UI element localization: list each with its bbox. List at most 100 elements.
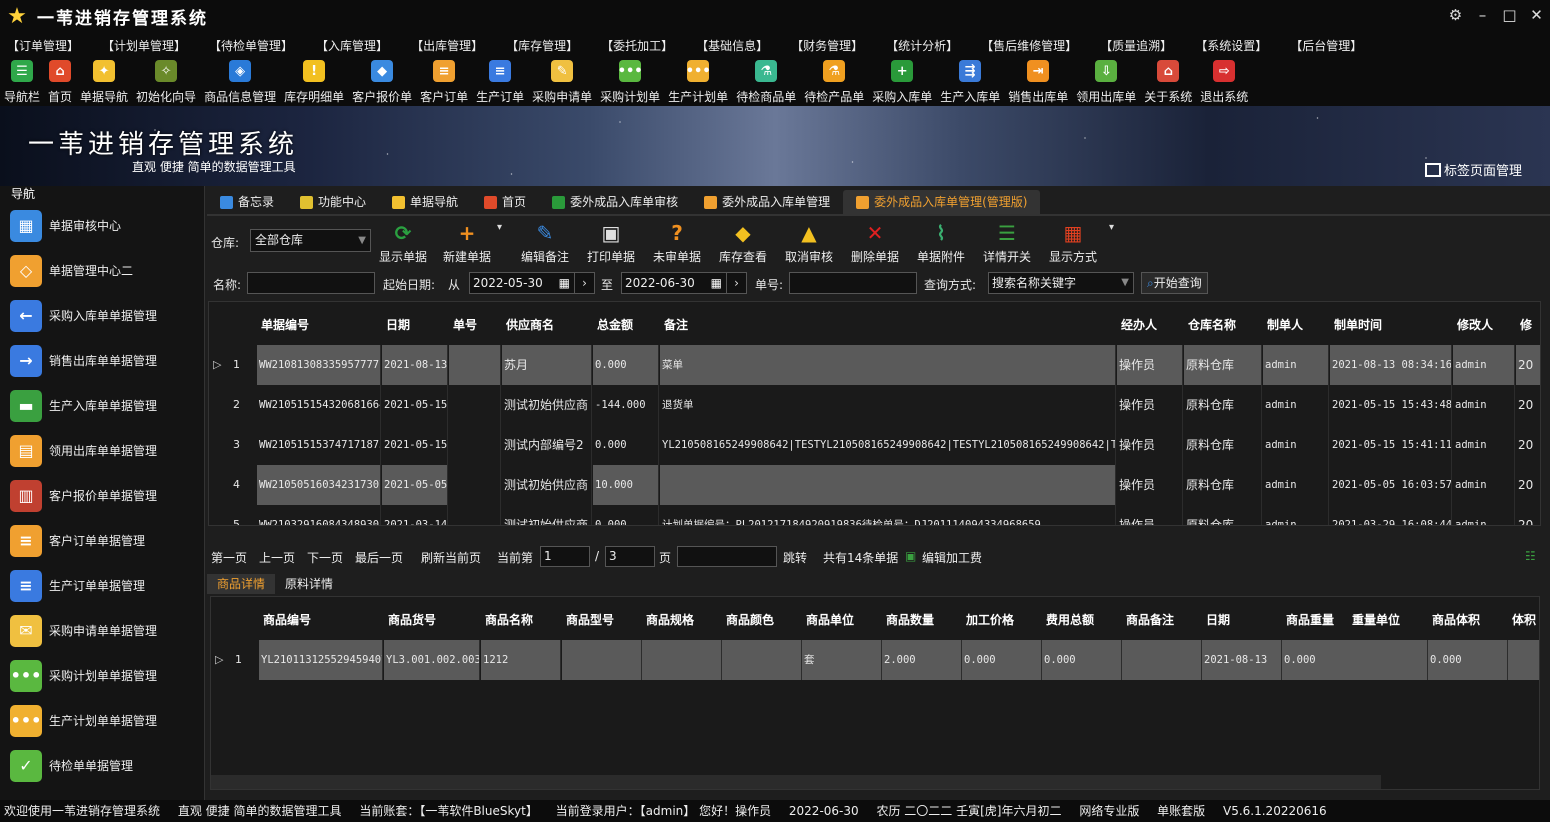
- toolbar-button-11[interactable]: ••• 生产计划单: [664, 57, 732, 106]
- table-cell[interactable]: 2021-05-15 15:43:48: [1330, 385, 1452, 425]
- menu-item-5[interactable]: 【库存管理】: [506, 37, 578, 54]
- chevron-right-icon[interactable]: ›: [726, 273, 746, 293]
- action-button-2[interactable]: ✎ 编辑备注: [521, 220, 569, 265]
- table-cell[interactable]: 20: [1516, 385, 1540, 425]
- table-cell[interactable]: WW210515153747171873: [257, 425, 381, 465]
- toolbar-button-1[interactable]: ⌂ 首页: [44, 57, 76, 106]
- table-cell[interactable]: 测试初始供应商: [502, 505, 592, 525]
- table-cell[interactable]: [722, 640, 802, 680]
- table-cell[interactable]: [449, 505, 501, 525]
- table-cell[interactable]: 操作员: [1117, 345, 1183, 385]
- table-cell[interactable]: 2021-05-15: [382, 425, 448, 465]
- nav-item-6[interactable]: ▥ 客户报价单单据管理: [0, 473, 204, 518]
- toolbar-button-9[interactable]: ✎ 采购申请单: [528, 57, 596, 106]
- chevron-right-icon[interactable]: ›: [574, 273, 594, 293]
- tab-4[interactable]: 委外成品入库单审核: [539, 190, 691, 214]
- nav-item-10[interactable]: ••• 采购计划单单据管理: [0, 653, 204, 698]
- table-cell[interactable]: 2021-08-13 08:34:16: [1330, 345, 1452, 385]
- settings-icon[interactable]: ⚙: [1442, 0, 1469, 33]
- table-row[interactable]: 5 WW210329160843489302 2021-03-14 测试初始供应商 0.…: [209, 505, 1540, 525]
- nav-item-4[interactable]: ▬ 生产入库单单据管理: [0, 383, 204, 428]
- menu-item-2[interactable]: 【待检单管理】: [209, 37, 293, 54]
- toolbar-button-12[interactable]: ⚗ 待检商品单: [732, 57, 800, 106]
- detail-tab-1[interactable]: 原料详情: [275, 574, 343, 594]
- table-cell[interactable]: 套: [802, 640, 882, 680]
- toolbar-button-14[interactable]: + 采购入库单: [868, 57, 936, 106]
- table-cell[interactable]: admin: [1453, 425, 1515, 465]
- table-cell[interactable]: 0.000: [1428, 640, 1508, 680]
- toolbar-button-18[interactable]: ⌂ 关于系统: [1140, 57, 1196, 106]
- table-cell[interactable]: 操作员: [1117, 385, 1183, 425]
- date-to-picker[interactable]: 2022-06-30 ▦ ›: [621, 272, 747, 294]
- table-cell[interactable]: -144.000: [593, 385, 659, 425]
- menu-item-9[interactable]: 【统计分析】: [886, 37, 958, 54]
- table-cell[interactable]: 菜单: [660, 345, 1116, 385]
- first-page-button[interactable]: 第一页: [211, 549, 247, 566]
- table-cell[interactable]: 0.000: [593, 505, 659, 525]
- table-cell[interactable]: WW210515154320681664: [257, 385, 381, 425]
- toolbar-button-6[interactable]: ◆ 客户报价单: [348, 57, 416, 106]
- current-page-input[interactable]: 1: [540, 546, 590, 567]
- bill-no-input[interactable]: [789, 272, 917, 294]
- action-button-5[interactable]: ◆ 库存查看: [719, 220, 767, 265]
- nav-item-12[interactable]: ✓ 待检单单据管理: [0, 743, 204, 788]
- table-cell[interactable]: 20: [1516, 345, 1540, 385]
- table-cell[interactable]: YL210508165249908642|TESTYL2105081652499…: [660, 425, 1116, 465]
- detail-tab-0[interactable]: 商品详情: [207, 574, 276, 594]
- table-cell[interactable]: 0.000: [593, 425, 659, 465]
- toolbar-button-3[interactable]: ✧ 初始化向导: [132, 57, 200, 106]
- table-cell[interactable]: [642, 640, 722, 680]
- table-cell[interactable]: 20: [1516, 505, 1540, 525]
- toolbar-button-13[interactable]: ⚗ 待检产品单: [800, 57, 868, 106]
- action-button-0[interactable]: ⟳ 显示单据: [379, 220, 427, 265]
- date-from-picker[interactable]: 2022-05-30 ▦ ›: [469, 272, 595, 294]
- table-cell[interactable]: 操作员: [1117, 505, 1183, 525]
- table-cell[interactable]: admin: [1453, 465, 1515, 505]
- toolbar-button-15[interactable]: ⇶ 生产入库单: [936, 57, 1004, 106]
- action-button-8[interactable]: ⌇ 单据附件: [917, 220, 965, 265]
- table-cell[interactable]: admin: [1453, 385, 1515, 425]
- dropdown-arrow-icon[interactable]: ▾: [497, 222, 502, 233]
- menu-item-4[interactable]: 【出库管理】: [411, 37, 483, 54]
- table-row[interactable]: ▷ 1 YL210113125529459407 YL3.001.002.003 121…: [211, 640, 1539, 680]
- nav-item-9[interactable]: ✉ 采购申请单单据管理: [0, 608, 204, 653]
- tag-manage-button[interactable]: 标签页面管理: [1424, 160, 1522, 179]
- table-cell[interactable]: 原料仓库: [1184, 385, 1262, 425]
- table-cell[interactable]: 2021-08-13: [1202, 640, 1282, 680]
- table-cell[interactable]: 测试内部编号2: [502, 425, 592, 465]
- table-cell[interactable]: 2021-05-05: [382, 465, 448, 505]
- menu-item-11[interactable]: 【质量追溯】: [1100, 37, 1172, 54]
- nav-item-5[interactable]: ▤ 领用出库单单据管理: [0, 428, 204, 473]
- table-cell[interactable]: 退货单: [660, 385, 1116, 425]
- table-cell[interactable]: [660, 465, 1116, 505]
- menu-item-6[interactable]: 【委托加工】: [601, 37, 673, 54]
- table-cell[interactable]: 操作员: [1117, 465, 1183, 505]
- toolbar-button-4[interactable]: ◈ 商品信息管理: [200, 57, 280, 106]
- table-cell[interactable]: 20: [1516, 465, 1540, 505]
- tab-5[interactable]: 委外成品入库单管理: [691, 190, 843, 214]
- last-page-button[interactable]: 最后一页: [355, 549, 403, 566]
- action-button-6[interactable]: ▲ 取消审核: [785, 220, 833, 265]
- nav-item-0[interactable]: ▦ 单据审核中心: [0, 203, 204, 248]
- table-cell[interactable]: 测试初始供应商: [502, 465, 592, 505]
- column-settings-icon[interactable]: ☷: [1525, 549, 1536, 563]
- table-cell[interactable]: 测试初始供应商: [502, 385, 592, 425]
- table-cell[interactable]: 2021-05-15: [382, 385, 448, 425]
- toolbar-button-10[interactable]: ••• 采购计划单: [596, 57, 664, 106]
- prev-page-button[interactable]: 上一页: [259, 549, 295, 566]
- tab-1[interactable]: 功能中心: [287, 190, 379, 214]
- table-cell[interactable]: [562, 640, 642, 680]
- horizontal-scrollbar[interactable]: [211, 775, 1381, 789]
- menu-item-1[interactable]: 【计划单管理】: [102, 37, 186, 54]
- toolbar-button-17[interactable]: ⇩ 领用出库单: [1072, 57, 1140, 106]
- table-row[interactable]: 2 WW210515154320681664 2021-05-15 测试初始供应商 -1…: [209, 385, 1540, 425]
- menu-item-8[interactable]: 【财务管理】: [791, 37, 863, 54]
- toolbar-button-5[interactable]: ! 库存明细单: [280, 57, 348, 106]
- minimize-button[interactable]: –: [1469, 0, 1496, 33]
- table-cell[interactable]: 操作员: [1117, 425, 1183, 465]
- table-cell[interactable]: admin: [1263, 385, 1329, 425]
- jump-button[interactable]: 跳转: [783, 549, 807, 566]
- table-row[interactable]: 4 WW210505160342317307 2021-05-05 测试初始供应商 10…: [209, 465, 1540, 505]
- action-button-10[interactable]: ▦ 显示方式: [1049, 220, 1097, 265]
- table-cell[interactable]: 原料仓库: [1184, 505, 1262, 525]
